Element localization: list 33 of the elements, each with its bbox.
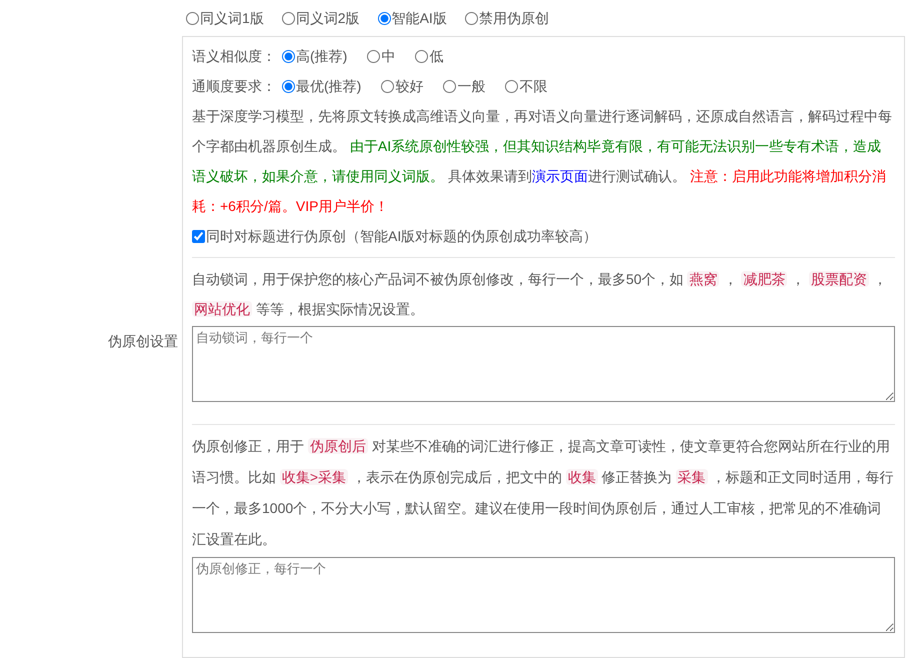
section-label: 伪原创设置 — [108, 332, 178, 350]
radio-button[interactable] — [415, 50, 428, 62]
option-label: 不限 — [519, 76, 548, 96]
correction-description: 伪原创修正，用于 伪原创后 对某些不准确的词汇进行修正，提高文章可读性，使文章更符合您网站所在行业的用语习惯。比如 收集>采集 ，表示在伪原创完成后，把文中的 收集 修正替换为 采集 ，标题和正文同时适用，每行一个，最多1000个，不分大小写，默认留空。建议在使用一段时间伪原创后，通过人工审核，把常见的不准确词汇设置在此。 — [192, 437, 895, 549]
option-label: 较好 — [395, 76, 424, 96]
radio-button[interactable] — [186, 12, 199, 24]
radio-button[interactable] — [367, 50, 380, 62]
lock-words-field[interactable]: 自动锁词，每行一个 — [192, 326, 895, 402]
option-label: 同义词2版 — [296, 8, 360, 28]
radio-button[interactable] — [443, 80, 456, 92]
radio-button[interactable] — [381, 80, 394, 92]
radio-button[interactable] — [378, 12, 391, 24]
correction-field[interactable]: 伪原创修正，每行一个 — [192, 557, 895, 633]
option-label: 最优(推荐) — [296, 76, 362, 96]
radio-button[interactable] — [282, 80, 295, 92]
radio-button[interactable] — [505, 80, 518, 92]
description-text: 基于深度学习模型，先将原文转换成高维语义向量，再对语义向量进行逐词解码，还原成自然语言，解码过程中每个字都由机器原创生成。 由于AI系统原创性较强，但其知识结构毕竟有限，有可能无法识别一些专有术语，造成语义破坏，如果介意，请使用同义词版。 具体效果请到演示页面进行测试确认。 注意：启用此功能将增加积分消耗：+6积分/篇。VIP用户半价！ — [192, 107, 893, 216]
radio-button[interactable] — [282, 50, 295, 62]
checkbox-label: 同时对标题进行伪原创（智能AI版对标题的伪原创成功率较高） — [206, 226, 598, 246]
setting-label: 通顺度要求： — [192, 76, 276, 96]
option-label: 中 — [381, 46, 396, 66]
radio-button[interactable] — [282, 12, 295, 24]
option-label: 一般 — [457, 76, 486, 96]
option-label: 同义词1版 — [200, 8, 264, 28]
demo-page-link[interactable]: 演示页面 — [532, 168, 588, 184]
option-label: 高(推荐) — [296, 46, 348, 66]
option-label: 低 — [429, 46, 444, 66]
title-checkbox[interactable] — [192, 230, 205, 242]
option-label: 禁用伪原创 — [478, 8, 549, 28]
setting-label: 语义相似度： — [192, 46, 276, 66]
lock-words-description: 自动锁词，用于保护您的核心产品词不被伪原创修改，每行一个，最多50个，如 燕窝 ， 减肥茶 ， 股票配资 ， 网站优化 等等，根据实际情况设置。 — [192, 270, 888, 319]
radio-button[interactable] — [464, 12, 478, 24]
option-label: 智能AI版 — [392, 8, 447, 28]
